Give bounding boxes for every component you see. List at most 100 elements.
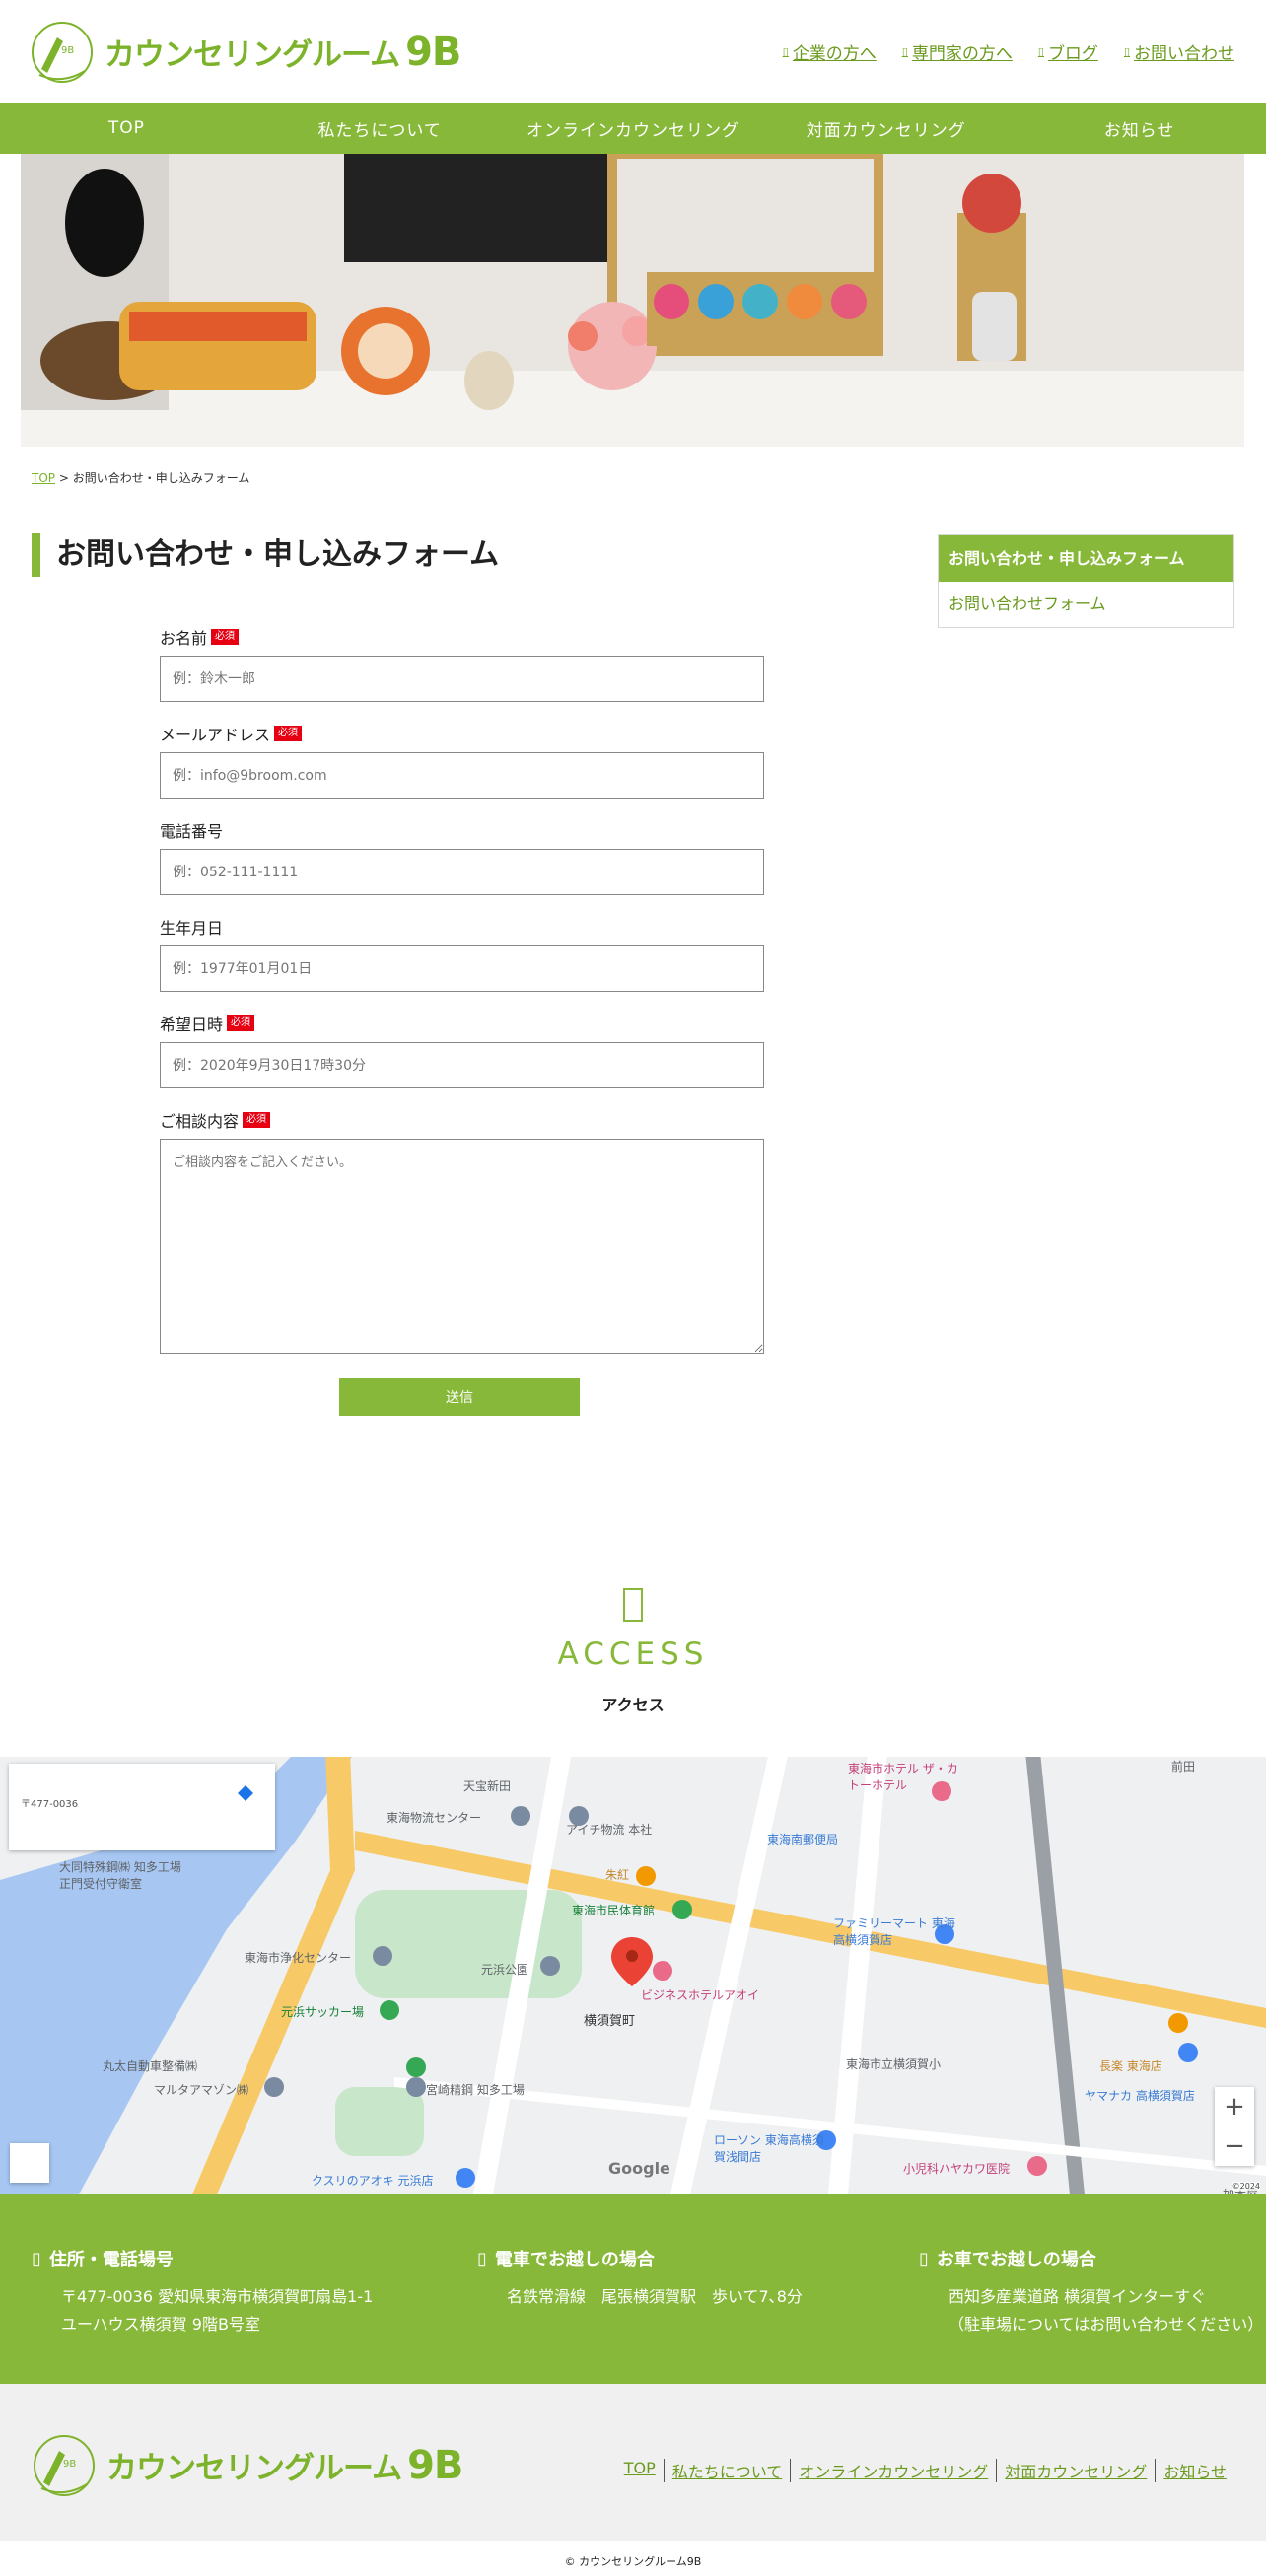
info-train: ▯ 電車でお越しの場合 名鉄常滑線 尾張横須賀駅 歩いて7､8分 — [477, 2246, 803, 2311]
nav-item-top[interactable]: TOP — [0, 103, 253, 154]
field-consultation: ご相談内容 必須 — [160, 1109, 764, 1354]
field-birthdate: 生年月日 — [160, 916, 764, 992]
info-line: 西知多産業道路 横須賀インターすぐ — [949, 2287, 1207, 2306]
field-email: メールアドレス 必須 — [160, 723, 764, 799]
hero-image — [21, 154, 1244, 447]
site-logo[interactable]: 9B カウンセリングルーム 9B — [28, 20, 461, 85]
info-line: ユーハウス横須賀 9階B号室 — [61, 2315, 260, 2333]
toplink-corporate[interactable]: ▯ 企業の方へ — [783, 39, 877, 64]
info-title: 住所・電話場号 — [48, 2250, 174, 2270]
logo-text: カウンセリングルーム 9B — [106, 2443, 463, 2488]
nav-item-online[interactable]: オンラインカウンセリング — [507, 103, 760, 154]
side-menu-item-contact-form[interactable]: お問い合わせフォーム — [939, 582, 1233, 627]
map-label: 朱紅 — [605, 1868, 630, 1882]
footer-link-top[interactable]: TOP — [616, 2459, 664, 2482]
top-links: ▯ 企業の方へ ▯ 専門家の方へ ▯ ブログ ▯ お問い合わせ — [783, 39, 1234, 64]
side-menu: お問い合わせ・申し込みフォーム お問い合わせフォーム — [938, 534, 1234, 628]
info-line: 名鉄常滑線 尾張横須賀駅 歩いて7､8分 — [507, 2287, 803, 2306]
map-label: マルタアマゾン㈱ — [154, 2083, 249, 2097]
required-badge: 必須 — [274, 726, 303, 741]
breadcrumb-current: お問い合わせ・申し込みフォーム — [72, 471, 250, 485]
footer-link-about[interactable]: 私たちについて — [663, 2459, 791, 2482]
phone-input[interactable] — [160, 849, 764, 895]
toplink-blog[interactable]: ▯ ブログ — [1038, 39, 1098, 64]
field-name: お名前 必須 — [160, 626, 764, 702]
map-label: 東海南郵便局 — [767, 1833, 839, 1846]
field-label: 生年月日 — [160, 919, 224, 938]
email-input[interactable] — [160, 752, 764, 799]
map-label: 東海物流センター — [387, 1811, 482, 1825]
map-label: 大同特殊鋼㈱ 知多工場 正門受付守衛室 — [59, 1860, 181, 1891]
map-label: 東海市浄化センター — [245, 1951, 352, 1965]
breadcrumb: TOP > お問い合わせ・申し込みフォーム — [32, 469, 249, 486]
map-label: 東海市民体育館 — [572, 1904, 656, 1917]
field-label: 希望日時 — [160, 1015, 224, 1034]
map-label: 東海市ホテル ザ・カトーホテル — [848, 1762, 958, 1792]
info-title: お車でお越しの場合 — [936, 2250, 1096, 2270]
footer-link-news[interactable]: お知らせ — [1155, 2459, 1234, 2482]
info-bullet-icon: ▯ — [919, 2248, 929, 2269]
consultation-textarea[interactable] — [160, 1139, 764, 1354]
footer-link-inperson[interactable]: 対面カウンセリング — [996, 2459, 1155, 2482]
map-label: 元浜サッカー場 — [281, 2005, 365, 2019]
logo-badge-icon: 9B — [34, 2435, 95, 2496]
map-footer: ©2024 — [1231, 2182, 1260, 2191]
logo-badge-icon: 9B — [32, 22, 93, 83]
street-view-icon[interactable] — [10, 2143, 49, 2183]
footer-link-online[interactable]: オンラインカウンセリング — [790, 2459, 996, 2482]
access-heading: ACCESS — [557, 1636, 709, 1672]
nav-item-news[interactable]: お知らせ — [1013, 103, 1266, 154]
info-address: ▯ 住所・電話場号 〒477-0036 愛知県東海市横須賀町扇島1-1 ユーハウス横… — [32, 2246, 373, 2338]
toplink-professional[interactable]: ▯ 専門家の方へ — [902, 39, 1013, 64]
submit-button[interactable]: 送信 — [339, 1378, 580, 1416]
map-label: クスリのアオキ 元浜店 — [312, 2174, 434, 2188]
map-label: 小児科ハヤカワ医院 — [903, 2162, 1011, 2176]
map-label: 東海市立横須賀小 — [846, 2057, 942, 2071]
logo-text: カウンセリングルーム 9B — [105, 30, 461, 75]
field-label: 電話番号 — [160, 822, 224, 841]
zoom-in-button[interactable]: + — [1215, 2087, 1254, 2126]
map-zoom-control: + − — [1215, 2087, 1254, 2166]
access-info-band: ▯ 住所・電話場号 〒477-0036 愛知県東海市横須賀町扇島1-1 ユーハウス横… — [0, 2194, 1266, 2384]
map-card-address: 〒477-0036 — [21, 1799, 79, 1810]
footer-logo[interactable]: 9B カウンセリングルーム 9B — [30, 2431, 463, 2500]
toplink-contact[interactable]: ▯ お問い合わせ — [1124, 39, 1234, 64]
access-subheading: アクセス — [601, 1696, 665, 1714]
map-pin-icon — [623, 1588, 643, 1622]
name-input[interactable] — [160, 656, 764, 702]
chevron-right-icon: ▯ — [782, 45, 789, 58]
map-label: 元浜公園 — [481, 1963, 529, 1977]
info-car: ▯ お車でお越しの場合 西知多産業道路 横須賀インターすぐ （駐車場についてはお問い… — [919, 2246, 1263, 2338]
map-label: 長楽 東海店 — [1099, 2059, 1162, 2073]
breadcrumb-home-link[interactable]: TOP — [32, 471, 55, 485]
nav-item-inperson[interactable]: 対面カウンセリング — [759, 103, 1013, 154]
chevron-right-icon: ▯ — [901, 45, 908, 58]
required-badge: 必須 — [243, 1112, 271, 1128]
map-label: 前田 — [1171, 1760, 1196, 1774]
field-phone: 電話番号 — [160, 819, 764, 895]
nav-item-about[interactable]: 私たちについて — [253, 103, 507, 154]
birthdate-input[interactable] — [160, 945, 764, 992]
main-nav: TOP 私たちについて オンラインカウンセリング 対面カウンセリング お知らせ — [0, 103, 1266, 154]
directions-icon[interactable] — [236, 1783, 255, 1803]
chevron-right-icon: ▯ — [1123, 45, 1130, 58]
map-info-card: 〒477-0036 — [9, 1764, 275, 1850]
chevron-right-icon: ▯ — [1037, 45, 1044, 58]
map-label: アイチ物流 本社 — [566, 1823, 653, 1837]
required-badge: 必須 — [211, 629, 240, 645]
svg-text:9B: 9B — [61, 45, 74, 56]
side-menu-heading: お問い合わせ・申し込みフォーム — [939, 535, 1233, 582]
map-label: ヤマナカ 高横須賀店 — [1085, 2089, 1195, 2103]
info-line: （駐車場についてはお問い合わせください） — [949, 2315, 1264, 2333]
page-title: お問い合わせ・申し込みフォーム — [32, 533, 499, 577]
map-label: ビジネスホテルアオイ — [641, 1988, 760, 2002]
info-title: 電車でお越しの場合 — [494, 2250, 655, 2270]
preferred-datetime-input[interactable] — [160, 1042, 764, 1088]
zoom-out-button[interactable]: − — [1215, 2126, 1254, 2166]
field-preferred-datetime: 希望日時 必須 — [160, 1012, 764, 1088]
info-bullet-icon: ▯ — [477, 2248, 487, 2269]
google-map[interactable]: 天宝新田 東海物流センター アイチ物流 本社 東海南郵便局 朱紅 東海市民体育館… — [0, 1752, 1266, 2194]
map-label: 丸太自動車整備㈱ — [103, 2059, 198, 2073]
info-bullet-icon: ▯ — [32, 2248, 41, 2269]
field-label: お名前 — [160, 629, 208, 648]
